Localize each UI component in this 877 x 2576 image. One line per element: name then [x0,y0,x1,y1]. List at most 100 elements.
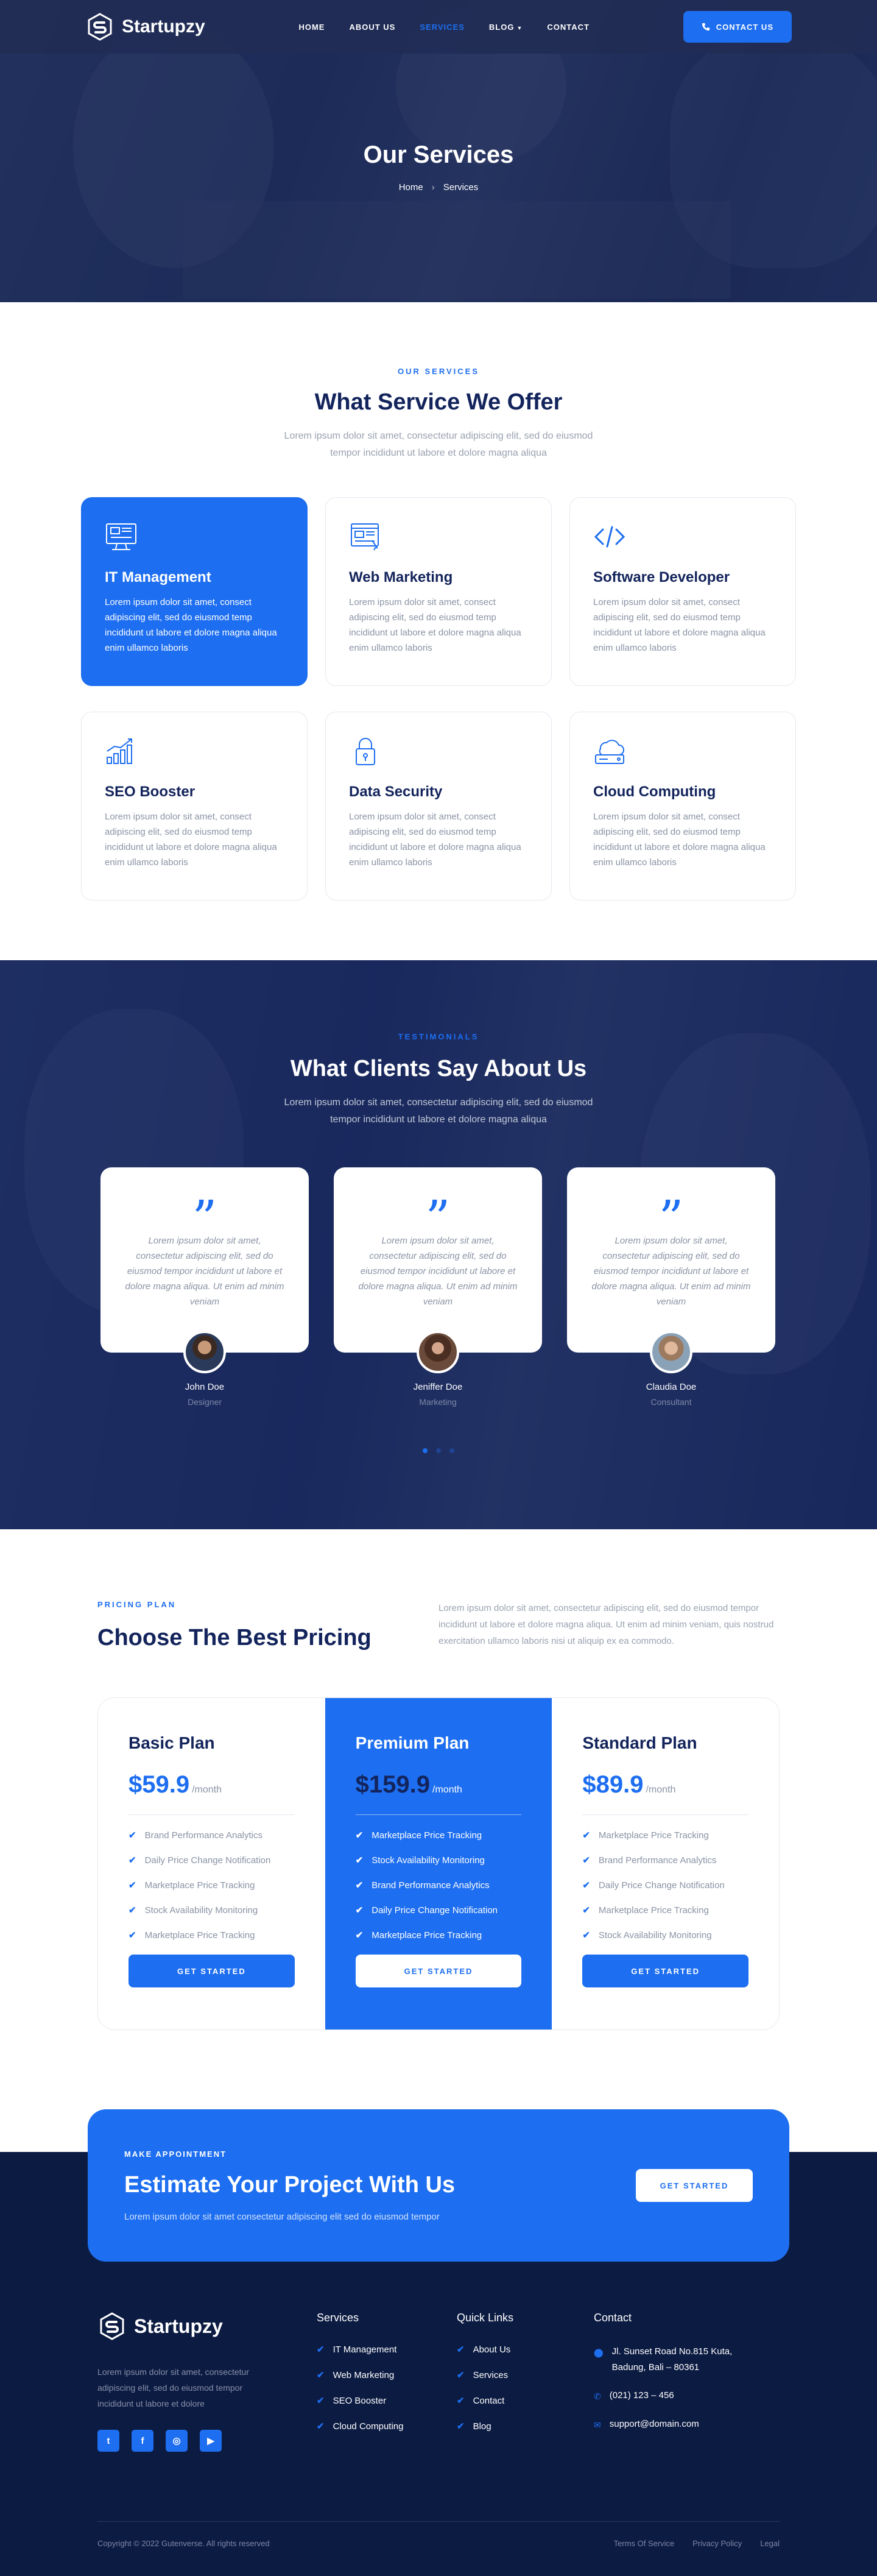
service-card-data-security[interactable]: Data Security Lorem ipsum dolor sit amet… [325,712,552,901]
carousel-dot[interactable] [449,1448,454,1453]
nav-blog[interactable]: BLOG ▼ [489,23,523,32]
check-icon: ✔ [582,1880,590,1891]
check-icon: ✔ [129,1905,136,1916]
carousel-dot[interactable] [436,1448,441,1453]
contact-phone[interactable]: ✆ (021) 123 – 456 [594,2388,752,2404]
footer-links-title: Quick Links [457,2312,514,2324]
lock-icon [356,738,375,765]
contact-us-button[interactable]: CONTACT US [683,11,792,43]
get-started-button[interactable]: GET STARTED [355,1955,522,1987]
brand-logo[interactable]: Startupzy [85,12,205,41]
check-icon: ✔ [129,1830,136,1841]
facebook-icon[interactable]: f [132,2430,153,2452]
service-card-web-marketing[interactable]: Web Marketing Lorem ipsum dolor sit amet… [325,497,552,686]
cloud-icon [595,740,624,764]
footer-link[interactable]: ✔ SEO Booster [317,2395,457,2407]
plan-period: /month [192,1785,222,1795]
check-icon: ✔ [355,1880,364,1891]
check-icon: ✔ [457,2344,465,2355]
carousel-pagination [0,1448,877,1453]
footer-link[interactable]: ✔ Contact [457,2395,594,2407]
testimonial-role: Designer [187,1397,222,1407]
plan-feature: ✔ Marketplace Price Tracking [582,1905,709,1916]
services-title: What Service We Offer [314,389,563,415]
service-card-software-developer[interactable]: Software Developer Lorem ipsum dolor sit… [569,497,796,686]
testimonial-quote: Lorem ipsum dolor sit amet, consectetur … [591,1236,751,1307]
testimonials-label: TESTIMONIALS [398,1032,479,1041]
check-icon: ✔ [355,1905,364,1916]
check-icon: ✔ [317,2370,325,2380]
nav-home[interactable]: HOME [298,23,325,32]
plan-standard: Standard Plan $89.9/month ✔ Marketplace P… [552,1698,779,2029]
chevron-right-icon: › [431,182,435,193]
nav-about-us[interactable]: ABOUT US [349,23,395,32]
footer-logo[interactable]: Startupzy [97,2312,317,2341]
breadcrumb-home[interactable]: Home [399,182,423,193]
plan-feature: ✔ Marketplace Price Tracking [355,1830,482,1841]
service-description: Lorem ipsum dolor sit amet, consect adip… [349,597,521,653]
cta-get-started-button[interactable]: GET STARTED [636,2169,753,2202]
footer-link[interactable]: ✔ Blog [457,2421,594,2432]
main-nav: HOME ABOUT US SERVICES BLOG ▼ CONTACT [298,23,589,32]
plan-feature: ✔ Daily Price Change Notification [355,1905,498,1916]
plan-price: $159.9 [355,1771,431,1798]
plan-feature: ✔ Daily Price Change Notification [129,1855,271,1866]
footer-link[interactable]: ✔ IT Management [317,2344,457,2355]
service-card-it-management[interactable]: IT Management Lorem ipsum dolor sit amet… [81,497,308,686]
footer-services-title: Services [317,2312,359,2324]
contact-address: ⬤ Jl. Sunset Road No.815 Kuta, Badung, Ba… [594,2344,752,2376]
services-section: OUR SERVICES What Service We Offer Lorem… [0,302,877,960]
contact-email[interactable]: ✉ support@domain.com [594,2416,752,2433]
nav-contact[interactable]: CONTACT [547,23,590,32]
phone-icon [702,23,710,31]
check-icon: ✔ [582,1930,590,1941]
services-description: Lorem ipsum dolor sit amet, consectetur … [284,431,593,458]
plan-feature: ✔ Daily Price Change Notification [582,1880,725,1891]
nav-blog-label: BLOG [488,22,515,32]
footer-quick-links: ✔ About Us ✔ Services ✔ Contact ✔ Blog [457,2344,594,2432]
legal-links: Terms Of Service Privacy Policy Legal [614,2539,780,2548]
site-footer: MAKE APPOINTMENT Estimate Your Project W… [0,2109,877,2576]
service-description: Lorem ipsum dolor sit amet, consect adip… [105,812,277,868]
testimonial-carousel[interactable]: ” Lorem ipsum dolor sit amet, consectetu… [100,1167,777,1407]
testimonials-description: Lorem ipsum dolor sit amet, consectetur … [284,1097,593,1125]
pricing-section: PRICING PLAN Choose The Best Pricing Lor… [0,1529,877,2123]
quote-icon: ” [425,1190,451,1247]
site-header: Startupzy HOME ABOUT US SERVICES BLOG ▼ C… [0,0,877,54]
service-card-cloud-computing[interactable]: Cloud Computing Lorem ipsum dolor sit am… [569,712,796,901]
testimonial-name: Jeniffer Doe [413,1382,463,1392]
terms-link[interactable]: Terms Of Service [614,2539,675,2548]
plan-feature: ✔ Marketplace Price Tracking [129,1880,255,1891]
carousel-dot[interactable] [423,1448,428,1453]
plan-feature: ✔ Stock Availability Monitoring [129,1905,258,1916]
plan-features: ✔ Marketplace Price Tracking ✔ Brand Perfo… [582,1830,748,1941]
envelope-icon: ✉ [594,2420,601,2430]
avatar [650,1331,692,1373]
plan-basic: Basic Plan $59.9/month ✔ Brand Performanc… [98,1698,325,2029]
check-icon: ✔ [129,1880,136,1891]
legal-link[interactable]: Legal [760,2539,780,2548]
nav-services[interactable]: SERVICES [420,23,465,32]
footer-link[interactable]: ✔ Cloud Computing [317,2421,457,2432]
testimonials-section: TESTIMONIALS What Clients Say About Us L… [0,960,877,1529]
youtube-icon[interactable]: ▶ [200,2430,222,2452]
check-icon: ✔ [457,2421,465,2432]
plan-name: Basic Plan [129,1733,215,1752]
testimonial-card: ” Lorem ipsum dolor sit amet, consectetu… [100,1167,309,1407]
check-icon: ✔ [355,1830,364,1841]
cta-description: Lorem ipsum dolor sit amet consectetur a… [124,2211,440,2222]
footer-link[interactable]: ✔ About Us [457,2344,594,2355]
instagram-icon[interactable]: ◎ [166,2430,188,2452]
footer-link[interactable]: ✔ Web Marketing [317,2369,457,2381]
plan-feature: ✔ Marketplace Price Tracking [582,1830,709,1841]
get-started-button[interactable]: GET STARTED [582,1955,749,1987]
footer-link[interactable]: ✔ Services [457,2369,594,2381]
plan-period: /month [646,1785,676,1795]
plan-price: $89.9 [582,1771,644,1798]
get-started-button[interactable]: GET STARTED [129,1955,295,1987]
twitter-icon[interactable]: t [97,2430,119,2452]
service-card-seo-booster[interactable]: SEO Booster Lorem ipsum dolor sit amet, … [81,712,308,901]
privacy-link[interactable]: Privacy Policy [692,2539,742,2548]
testimonial-role: Consultant [650,1397,692,1407]
social-links: t f ◎ ▶ [97,2430,317,2452]
